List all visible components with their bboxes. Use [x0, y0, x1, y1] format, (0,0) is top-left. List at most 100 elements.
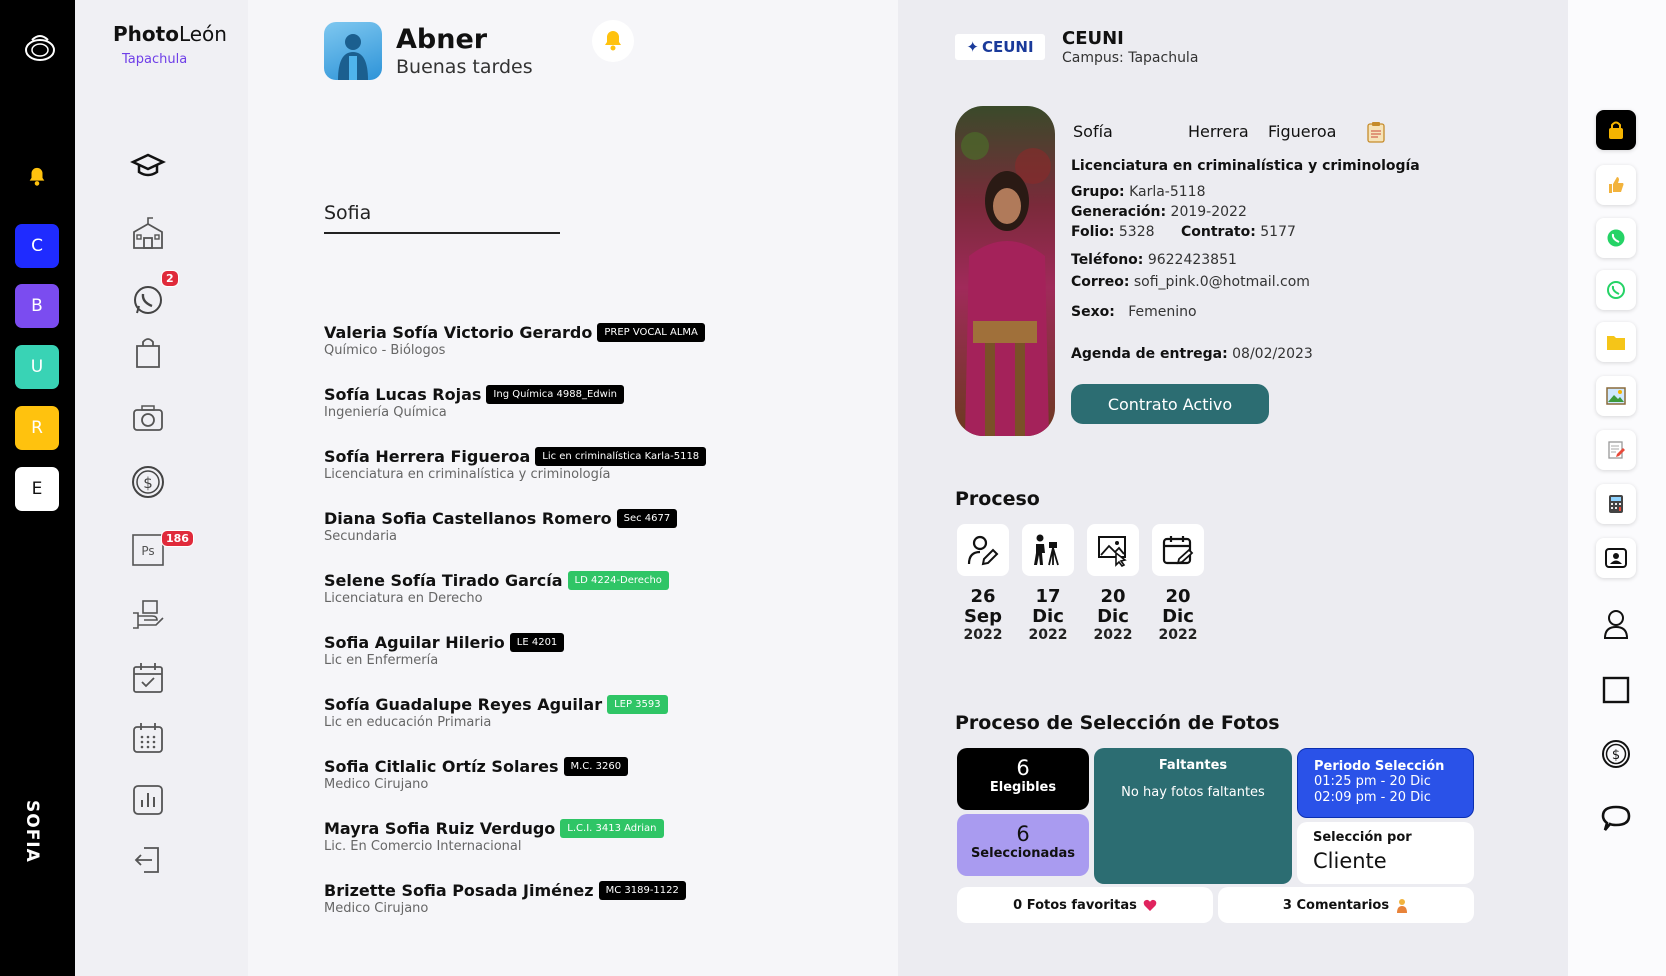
payment-button[interactable]: $	[1598, 736, 1634, 772]
dollar-circle-icon: $	[1602, 740, 1630, 768]
bell-icon[interactable]	[26, 166, 48, 188]
document-edit-icon	[1608, 441, 1625, 459]
group-tag: MC 3189-1122	[598, 881, 686, 900]
folder-icon	[1607, 336, 1625, 350]
school-logo: ✦ CEUNI	[955, 34, 1045, 60]
favorites-button[interactable]: 0 Fotos favoritas	[957, 887, 1213, 923]
whatsapp-outline-icon	[1607, 281, 1625, 299]
folio-field: Folio: 5328	[1071, 224, 1155, 240]
group-tag: L.C.I. 3413 Adrian	[560, 819, 664, 838]
whatsapp-icon[interactable]	[130, 282, 166, 318]
square-button[interactable]	[1598, 672, 1634, 708]
student-detail-panel: ✦ CEUNI CEUNI Campus: Tapachula Sofía Her…	[898, 0, 1568, 976]
photographer-icon	[1034, 534, 1059, 566]
avatar[interactable]	[324, 22, 382, 80]
career-text: Licenciatura en criminalística y crimino…	[324, 467, 611, 482]
document-edit-button[interactable]	[1596, 430, 1636, 470]
logout-icon[interactable]	[130, 842, 166, 878]
career-text: Lic en Enfermería	[324, 653, 439, 668]
process-step-box[interactable]	[1087, 524, 1139, 576]
camera-icon[interactable]	[130, 400, 166, 436]
chat-bubble-icon	[1601, 805, 1631, 831]
student-photo[interactable]	[955, 106, 1055, 436]
list-item[interactable]: Sofía Herrera Figueroa Lic en criminalíst…	[324, 447, 707, 509]
group-tag: Ing Química 4988_Edwin	[486, 385, 624, 404]
svg-text:$: $	[143, 474, 153, 492]
folder-button[interactable]	[1596, 322, 1636, 362]
calculator-icon	[1609, 495, 1623, 513]
list-item[interactable]: Diana Sofia Castellanos Romero Sec 4677 Se…	[324, 509, 706, 571]
calendar-grid-icon[interactable]	[130, 720, 166, 756]
workspace-c-button[interactable]: C	[15, 224, 59, 268]
step-year: 2022	[1093, 626, 1133, 643]
photoshop-badge: 186	[161, 530, 194, 547]
chat-button[interactable]	[1598, 800, 1634, 836]
process-step-box[interactable]	[957, 524, 1009, 576]
grupo-field: Grupo: Karla-5118	[1071, 184, 1206, 200]
student-name: Selene Sofía Tirado García	[324, 571, 563, 590]
lock-button[interactable]	[1596, 110, 1636, 150]
dollar-coin-icon[interactable]: $	[130, 464, 166, 500]
list-item[interactable]: Sofía Lucas Rojas Ing Química 4988_Edwin I…	[324, 385, 706, 447]
process-step-box[interactable]	[1022, 524, 1074, 576]
notification-button[interactable]	[592, 20, 634, 62]
person-emoji-icon	[1397, 898, 1408, 913]
search-input[interactable]	[324, 194, 560, 234]
step-month: Dic	[1097, 606, 1129, 627]
list-item[interactable]: Selene Sofía Tirado García LD 4224-Derech…	[324, 571, 706, 633]
current-user-vertical: SOFIA	[22, 800, 42, 863]
workspace-e-button[interactable]: E	[15, 467, 59, 511]
comments-button[interactable]: 3 Comentarios	[1218, 887, 1474, 923]
shopping-bag-icon[interactable]	[130, 334, 166, 370]
workspace-b-button[interactable]: B	[15, 284, 59, 328]
student-last-name-2: Figueroa	[1268, 122, 1337, 141]
image-button[interactable]	[1596, 376, 1636, 416]
group-tag: LD 4224-Derecho	[567, 571, 669, 590]
career-text: Lic. En Comercio Internacional	[324, 839, 522, 854]
selected-card[interactable]: 6 Seleccionadas	[957, 814, 1089, 876]
graduation-cap-icon[interactable]	[130, 148, 166, 184]
career-text: Licenciatura en Derecho	[324, 591, 483, 606]
contact-card-button[interactable]	[1596, 538, 1636, 578]
delivery-hand-icon[interactable]	[130, 596, 166, 632]
whatsapp-chat-button[interactable]	[1596, 270, 1636, 310]
school-name: CEUNI	[1062, 28, 1124, 49]
student-name: Sofia Citlalic Ortíz Solares	[324, 757, 559, 776]
eligible-card[interactable]: 6 Elegibles	[957, 748, 1089, 810]
student-name: Sofia Aguilar Hilerio	[324, 633, 505, 652]
calendar-edit-icon	[1162, 536, 1194, 565]
workspace-u-button[interactable]: U	[15, 345, 59, 389]
list-item[interactable]: Sofia Aguilar Hilerio LE 4201 Lic en Enfer…	[324, 633, 706, 695]
list-item[interactable]: Sofía Guadalupe Reyes Aguilar LEP 3593 Lic…	[324, 695, 706, 757]
calendar-check-icon[interactable]	[130, 660, 166, 696]
approve-button[interactable]	[1596, 165, 1636, 205]
profile-button[interactable]	[1598, 606, 1634, 642]
student-name: Valeria Sofía Victorio Gerardo	[324, 323, 593, 342]
list-item[interactable]: Mayra Sofia Ruiz Verdugo L.C.I. 3413 Adri…	[324, 819, 706, 881]
career-text: Medico Cirujano	[324, 901, 429, 916]
missing-text: No hay fotos faltantes	[1121, 785, 1265, 800]
step-day: 17	[1035, 586, 1061, 607]
whatsapp-green-icon	[1607, 229, 1625, 247]
list-item[interactable]: Brizette Sofia Posada Jiménez MC 3189-112…	[324, 881, 706, 943]
step-year: 2022	[963, 626, 1003, 643]
contract-active-button[interactable]: Contrato Activo	[1071, 384, 1269, 424]
search-results: Valeria Sofía Victorio Gerardo PREP VOCAL…	[324, 323, 707, 943]
portrait-image	[961, 132, 1051, 436]
period-card[interactable]: Periodo Selección 01:25 pm - 20 Dic 02:09 …	[1297, 748, 1474, 818]
school-building-icon[interactable]	[130, 216, 166, 252]
list-item[interactable]: Sofia Citlalic Ortíz Solares M.C. 3260 Med…	[324, 757, 706, 819]
process-step-box[interactable]	[1152, 524, 1204, 576]
list-item[interactable]: Valeria Sofía Victorio Gerardo PREP VOCAL…	[324, 323, 706, 385]
student-name: Sofía Lucas Rojas	[324, 385, 482, 404]
workspace-r-button[interactable]: R	[15, 406, 59, 450]
bar-chart-icon[interactable]	[130, 782, 166, 818]
career-text: Medico Cirujano	[324, 777, 429, 792]
whatsapp-send-button[interactable]	[1596, 218, 1636, 258]
step-day: 20	[1165, 586, 1191, 607]
missing-card[interactable]: Faltantes No hay fotos faltantes	[1094, 748, 1292, 884]
clipboard-icon[interactable]	[1366, 121, 1386, 143]
group-tag: LE 4201	[509, 633, 565, 652]
app-logo-icon[interactable]	[20, 30, 60, 64]
calculator-button[interactable]	[1596, 484, 1636, 524]
